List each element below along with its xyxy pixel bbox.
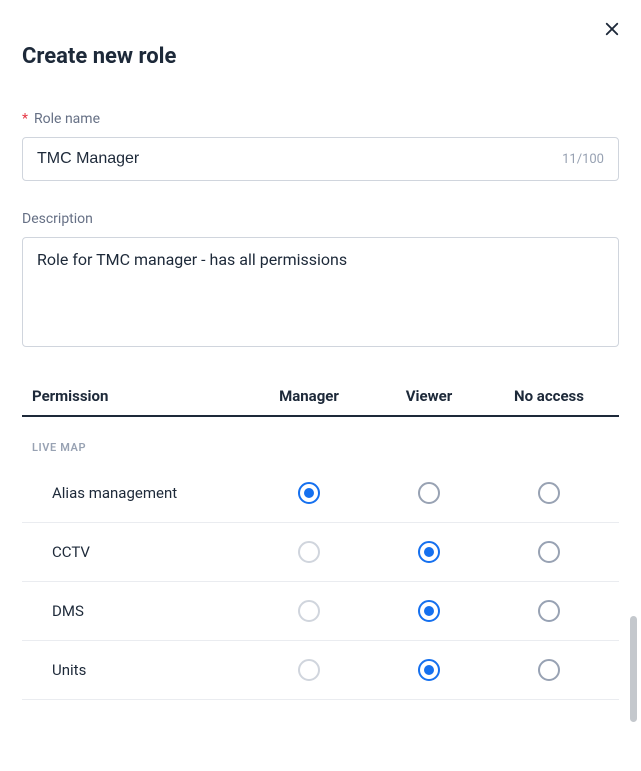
radio-cell-viewer	[369, 600, 489, 622]
radio-viewer[interactable]	[418, 659, 440, 681]
permission-name: Alias management	[32, 484, 249, 502]
description-field: Description	[22, 211, 619, 347]
role-name-label: Role name	[34, 111, 100, 127]
permission-name: Units	[32, 661, 249, 679]
radio-cell-manager	[249, 600, 369, 622]
radio-noAccess[interactable]	[538, 600, 560, 622]
role-name-input[interactable]	[37, 150, 562, 168]
header-manager: Manager	[249, 387, 369, 405]
radio-viewer[interactable]	[418, 600, 440, 622]
permission-name: CCTV	[32, 543, 249, 561]
radio-cell-viewer	[369, 482, 489, 504]
radio-manager[interactable]	[298, 482, 320, 504]
permissions-header: Permission Manager Viewer No access	[22, 377, 619, 417]
page-title: Create new role	[22, 44, 619, 69]
close-icon	[603, 20, 621, 38]
radio-manager	[298, 600, 320, 622]
radio-cell-manager	[249, 541, 369, 563]
radio-cell-noAccess	[489, 600, 609, 622]
close-button[interactable]	[601, 18, 623, 40]
role-name-field: * Role name 11/100	[22, 111, 619, 181]
header-viewer: Viewer	[369, 387, 489, 405]
radio-cell-noAccess	[489, 659, 609, 681]
description-input[interactable]	[37, 250, 604, 330]
permission-row: CCTV	[22, 523, 619, 582]
permission-name: DMS	[32, 602, 249, 620]
radio-noAccess[interactable]	[538, 482, 560, 504]
radio-noAccess[interactable]	[538, 659, 560, 681]
radio-cell-viewer	[369, 541, 489, 563]
permission-row: Units	[22, 641, 619, 700]
header-noaccess: No access	[489, 387, 609, 405]
radio-cell-manager	[249, 659, 369, 681]
radio-cell-noAccess	[489, 482, 609, 504]
permissions-table: Permission Manager Viewer No access LIVE…	[22, 377, 619, 700]
permission-row: Alias management	[22, 464, 619, 523]
radio-cell-viewer	[369, 659, 489, 681]
description-label: Description	[22, 211, 93, 227]
required-indicator: *	[22, 111, 28, 127]
radio-manager	[298, 541, 320, 563]
radio-viewer[interactable]	[418, 541, 440, 563]
radio-manager	[298, 659, 320, 681]
scrollbar-thumb[interactable]	[630, 616, 637, 722]
header-permission: Permission	[32, 387, 249, 405]
section-label-livemap: LIVE MAP	[22, 417, 619, 464]
radio-viewer[interactable]	[418, 482, 440, 504]
radio-cell-noAccess	[489, 541, 609, 563]
role-name-char-count: 11/100	[562, 152, 604, 167]
radio-noAccess[interactable]	[538, 541, 560, 563]
permission-row: DMS	[22, 582, 619, 641]
radio-cell-manager	[249, 482, 369, 504]
